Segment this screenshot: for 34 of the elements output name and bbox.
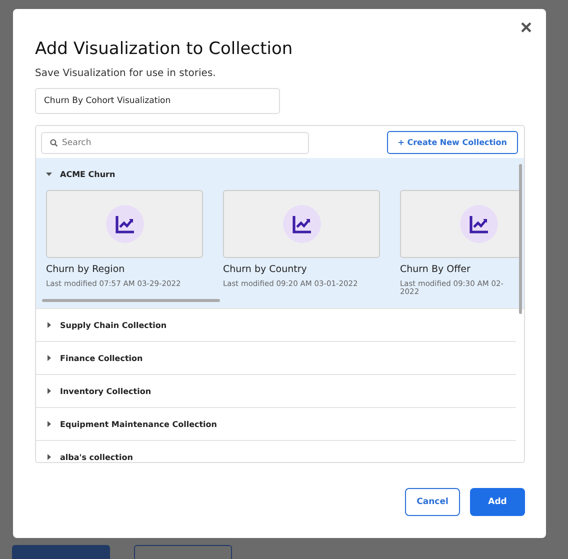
chart-icon: [106, 205, 144, 243]
collection-row[interactable]: Inventory Collection: [36, 375, 516, 408]
collection-name: Supply Chain Collection: [60, 320, 167, 330]
scrollbar[interactable]: [42, 299, 220, 302]
collection-name: ACME Churn: [60, 170, 116, 178]
collection-name: Finance Collection: [60, 354, 143, 362]
create-collection-button[interactable]: + Create New Collection: [386, 131, 518, 154]
collection-row[interactable]: alba's collection: [36, 441, 516, 462]
collection-name: Equipment Maintenance Collection: [60, 420, 217, 428]
add-button[interactable]: Add: [470, 488, 525, 516]
visualization-title: Churn by Region: [46, 264, 126, 275]
caret-icon: [46, 355, 52, 361]
collection-row[interactable]: Finance Collection: [36, 342, 516, 375]
caret-icon: [46, 322, 52, 328]
search-icon: [50, 138, 58, 146]
cancel-button[interactable]: Cancel: [405, 488, 460, 516]
collection-name: alba's collection: [60, 452, 133, 462]
chart-icon: [282, 205, 320, 243]
caret-icon: [46, 454, 52, 460]
name-field[interactable]: Churn By Cohort Visualization: [35, 88, 280, 114]
visualization-title: Churn By Offer: [400, 264, 472, 275]
dialog-subtitle: Save Visualization for use in stories.: [35, 68, 217, 79]
close-button[interactable]: ×: [516, 18, 536, 38]
collection-row[interactable]: Supply Chain Collection: [36, 309, 516, 342]
chart-icon: [460, 205, 498, 243]
caret-icon: [46, 388, 52, 394]
search-field[interactable]: Search: [41, 132, 309, 154]
caret-icon: [46, 171, 52, 177]
caret-icon: [46, 421, 52, 427]
collection-name: Inventory Collection: [60, 386, 152, 396]
dialog-title: Add Visualization to Collection: [35, 39, 294, 59]
collection-row[interactable]: Equipment Maintenance Collection: [36, 408, 516, 441]
scrollbar[interactable]: [519, 164, 522, 314]
visualization-title: Churn by Country: [223, 264, 308, 275]
